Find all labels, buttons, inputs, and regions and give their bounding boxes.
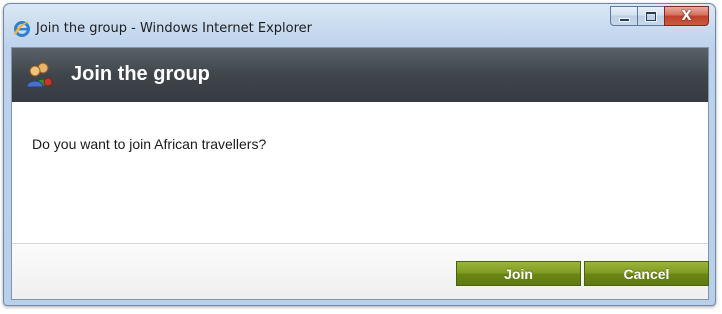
caption-buttons: X	[610, 6, 709, 27]
close-button[interactable]: X	[664, 6, 709, 26]
window-title: Join the group - Windows Internet Explor…	[36, 21, 312, 36]
dialog-footer: Join Cancel	[12, 243, 709, 299]
close-icon: X	[681, 8, 692, 24]
minimize-button[interactable]	[610, 6, 637, 26]
dialog-header: Join the group	[12, 48, 708, 102]
maximize-icon	[646, 11, 656, 21]
window-titlebar[interactable]: Join the group - Windows Internet Explor…	[4, 4, 715, 44]
internet-explorer-icon	[14, 21, 30, 37]
cancel-button[interactable]: Cancel	[584, 261, 709, 286]
confirmation-message: Do you want to join African travellers?	[32, 136, 267, 152]
group-users-icon	[26, 62, 53, 88]
browser-window: Join the group - Windows Internet Explor…	[3, 3, 716, 306]
minimize-icon	[619, 18, 629, 21]
dialog-content: Join the group Do you want to join Afric…	[11, 47, 709, 300]
join-button[interactable]: Join	[456, 261, 581, 286]
maximize-button[interactable]	[637, 6, 664, 26]
dialog-title: Join the group	[71, 63, 210, 85]
